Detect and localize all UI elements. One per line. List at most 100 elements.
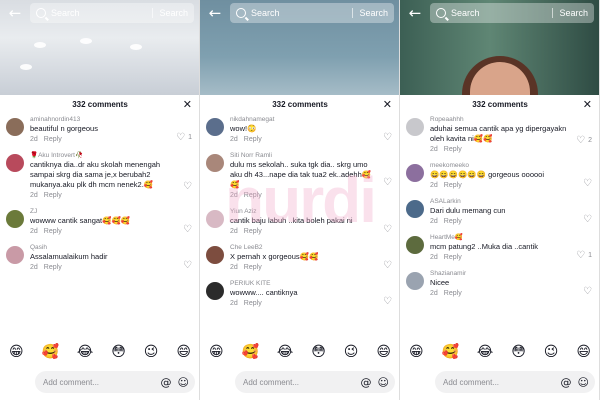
- close-icon[interactable]: ✕: [183, 98, 192, 111]
- heart-icon[interactable]: ♡: [183, 181, 192, 192]
- search-input[interactable]: Search: [251, 8, 347, 18]
- comment-username[interactable]: Siti Norr Ramli: [230, 151, 374, 160]
- heart-icon[interactable]: ♡: [383, 224, 392, 235]
- reply-link[interactable]: Reply: [444, 290, 462, 297]
- emoji-picker-icon[interactable]: ☺: [578, 376, 589, 389]
- like-control[interactable]: ♡: [183, 224, 192, 235]
- emoji-button[interactable]: 😄: [576, 344, 591, 360]
- like-control[interactable]: ♡: [383, 177, 392, 188]
- add-comment-input[interactable]: Add comment...: [43, 378, 155, 387]
- comment-username[interactable]: nikdahnamegat: [230, 115, 374, 124]
- avatar[interactable]: [406, 164, 424, 182]
- heart-icon[interactable]: ♡: [183, 224, 192, 235]
- comment-username[interactable]: aminahnordin413: [30, 115, 174, 124]
- avatar[interactable]: [206, 118, 224, 136]
- heart-icon[interactable]: ♡: [176, 132, 185, 143]
- emoji-picker-icon[interactable]: ☺: [178, 376, 189, 389]
- search-input[interactable]: Search: [51, 8, 147, 18]
- avatar[interactable]: [406, 236, 424, 254]
- like-control[interactable]: ♡ 2: [576, 135, 592, 146]
- emoji-button[interactable]: 🥰: [42, 344, 59, 360]
- like-control[interactable]: ♡ 1: [576, 250, 592, 261]
- reply-link[interactable]: Reply: [244, 228, 262, 235]
- mention-icon[interactable]: @: [161, 376, 172, 389]
- comment-username[interactable]: meekomeeko: [430, 161, 574, 170]
- mention-icon[interactable]: @: [561, 376, 572, 389]
- comment-list[interactable]: nikdahnamegat wow!😳 2d Reply ♡ Siti Norr …: [200, 115, 399, 337]
- search-bar[interactable]: Search Search: [230, 3, 394, 23]
- close-icon[interactable]: ✕: [583, 98, 592, 111]
- emoji-button[interactable]: 😁: [9, 344, 24, 360]
- add-comment-field[interactable]: Add comment... @ ☺: [35, 371, 195, 393]
- like-control[interactable]: ♡: [383, 296, 392, 307]
- add-comment-input[interactable]: Add comment...: [443, 378, 555, 387]
- reply-link[interactable]: Reply: [244, 300, 262, 307]
- emoji-button[interactable]: 😂: [277, 344, 293, 360]
- emoji-button[interactable]: 😂: [77, 344, 93, 360]
- reply-link[interactable]: Reply: [444, 182, 462, 189]
- reply-link[interactable]: Reply: [44, 192, 62, 199]
- heart-icon[interactable]: ♡: [383, 260, 392, 271]
- emoji-button[interactable]: 🥰: [242, 344, 259, 360]
- emoji-button[interactable]: 😁: [409, 344, 424, 360]
- like-control[interactable]: ♡: [583, 214, 592, 225]
- emoji-button[interactable]: 😳: [311, 344, 326, 360]
- like-control[interactable]: ♡: [583, 286, 592, 297]
- reply-link[interactable]: Reply: [44, 136, 62, 143]
- comment-username[interactable]: Qasih: [30, 243, 174, 252]
- search-button[interactable]: Search: [152, 8, 188, 18]
- emoji-button[interactable]: 😳: [511, 344, 526, 360]
- comment-username[interactable]: ASALarkin: [430, 197, 574, 206]
- emoji-button[interactable]: 🥰: [442, 344, 459, 360]
- comment-username[interactable]: ZJ: [30, 207, 174, 216]
- avatar[interactable]: [406, 272, 424, 290]
- back-arrow-icon[interactable]: ←: [406, 4, 424, 22]
- comment-username[interactable]: Che LeeB2: [230, 243, 374, 252]
- avatar[interactable]: [406, 118, 424, 136]
- like-control[interactable]: ♡: [383, 132, 392, 143]
- reply-link[interactable]: Reply: [44, 264, 62, 271]
- heart-icon[interactable]: ♡: [383, 177, 392, 188]
- reply-link[interactable]: Reply: [444, 218, 462, 225]
- emoji-button[interactable]: 😳: [111, 344, 126, 360]
- search-bar[interactable]: Search Search: [30, 3, 194, 23]
- emoji-button[interactable]: 😂: [477, 344, 493, 360]
- avatar[interactable]: [206, 154, 224, 172]
- avatar[interactable]: [206, 210, 224, 228]
- heart-icon[interactable]: ♡: [383, 296, 392, 307]
- reply-link[interactable]: Reply: [244, 192, 262, 199]
- avatar[interactable]: [206, 246, 224, 264]
- search-button[interactable]: Search: [552, 8, 588, 18]
- like-control[interactable]: ♡: [183, 260, 192, 271]
- heart-icon[interactable]: ♡: [583, 214, 592, 225]
- heart-icon[interactable]: ♡: [383, 132, 392, 143]
- back-arrow-icon[interactable]: ←: [206, 4, 224, 22]
- like-control[interactable]: ♡: [183, 181, 192, 192]
- avatar[interactable]: [406, 200, 424, 218]
- comment-username[interactable]: Yiun Aziz: [230, 207, 374, 216]
- mention-icon[interactable]: @: [361, 376, 372, 389]
- avatar[interactable]: [206, 282, 224, 300]
- heart-icon[interactable]: ♡: [583, 286, 592, 297]
- close-icon[interactable]: ✕: [383, 98, 392, 111]
- reply-link[interactable]: Reply: [244, 264, 262, 271]
- comment-list[interactable]: aminahnordin413 beautiful n gorgeous 2d R…: [0, 115, 199, 337]
- heart-icon[interactable]: ♡: [576, 135, 585, 146]
- avatar[interactable]: [6, 210, 24, 228]
- avatar[interactable]: [6, 118, 24, 136]
- emoji-button[interactable]: 😁: [209, 344, 224, 360]
- emoji-button[interactable]: 😉: [144, 344, 159, 360]
- avatar[interactable]: [6, 154, 24, 172]
- avatar[interactable]: [6, 246, 24, 264]
- like-control[interactable]: ♡: [383, 224, 392, 235]
- emoji-picker-icon[interactable]: ☺: [378, 376, 389, 389]
- emoji-button[interactable]: 😄: [376, 344, 391, 360]
- emoji-button[interactable]: 😄: [176, 344, 191, 360]
- back-arrow-icon[interactable]: ←: [6, 4, 24, 22]
- comment-username[interactable]: HeartMe🥰: [430, 233, 574, 242]
- comment-username[interactable]: PERIUK KITE: [230, 279, 374, 288]
- reply-link[interactable]: Reply: [244, 136, 262, 143]
- heart-icon[interactable]: ♡: [583, 178, 592, 189]
- comment-username[interactable]: Shazianamir: [430, 269, 574, 278]
- search-input[interactable]: Search: [451, 8, 547, 18]
